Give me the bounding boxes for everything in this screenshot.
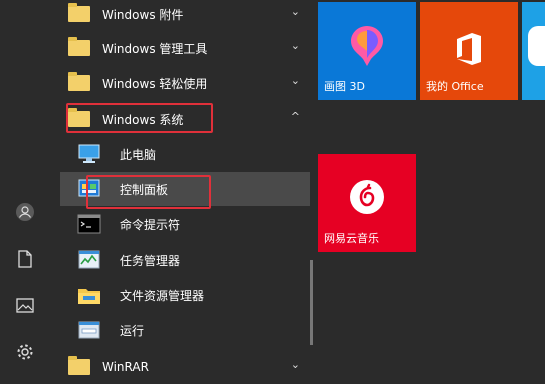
document-icon[interactable] [14, 248, 36, 270]
app-run[interactable]: 运行 [60, 313, 310, 347]
tile-my-office[interactable]: 我的 Office [420, 2, 518, 100]
terminal-icon [74, 209, 104, 239]
run-icon [74, 315, 104, 345]
tile-netease-music[interactable]: 网易云音乐 [318, 154, 416, 252]
app-icon [528, 26, 545, 66]
pictures-icon[interactable] [14, 294, 36, 316]
app-label: 文件资源管理器 [120, 288, 205, 303]
settings-gear-icon[interactable] [14, 341, 36, 363]
tile-label: 我的 Office [426, 80, 484, 93]
app-this-pc[interactable]: 此电脑 [60, 137, 310, 171]
app-group-label: Windows 轻松使用 [102, 76, 208, 91]
app-group-label: WinRAR [102, 360, 149, 374]
list-scrollbar[interactable] [310, 260, 313, 345]
chevron-up-icon: ^ [290, 110, 300, 123]
highlight-box-control-panel [86, 175, 211, 209]
start-rail [0, 0, 50, 376]
app-task-manager[interactable]: 任务管理器 [60, 243, 310, 277]
chevron-down-icon: ⌄ [290, 39, 300, 52]
app-command-prompt[interactable]: 命令提示符 [60, 207, 310, 241]
app-file-explorer[interactable]: 文件资源管理器 [60, 278, 310, 312]
tile-partial[interactable] [522, 2, 545, 100]
tile-paint-3d[interactable]: 画图 3D [318, 2, 416, 100]
folder-icon [64, 0, 94, 29]
tile-label: 网易云音乐 [324, 232, 379, 245]
app-group-label: Windows 附件 [102, 7, 184, 22]
app-group-windows-accessories[interactable]: Windows 附件 ⌄ [60, 0, 310, 31]
app-label: 运行 [120, 323, 145, 338]
chevron-down-icon: ⌄ [290, 5, 300, 18]
folder-icon [64, 68, 94, 98]
user-icon[interactable] [14, 201, 36, 223]
office-icon [454, 32, 484, 70]
app-label: 此电脑 [120, 147, 157, 162]
app-group-windows-ease-of-access[interactable]: Windows 轻松使用 ⌄ [60, 66, 310, 100]
tile-label: 画图 3D [324, 80, 365, 93]
netease-music-icon [348, 178, 386, 220]
file-explorer-icon [74, 280, 104, 310]
folder-icon [64, 352, 94, 382]
chevron-down-icon: ⌄ [290, 74, 300, 87]
highlight-box-windows-system [66, 103, 213, 133]
app-group-label: Windows 管理工具 [102, 41, 208, 56]
app-label: 任务管理器 [120, 253, 181, 268]
app-group-windows-admin-tools[interactable]: Windows 管理工具 ⌄ [60, 31, 310, 65]
app-label: 命令提示符 [120, 217, 181, 232]
paint-3d-icon [348, 24, 386, 72]
chevron-down-icon: ⌄ [290, 358, 300, 371]
app-group-winrar[interactable]: WinRAR ⌄ [60, 350, 310, 384]
task-manager-icon [74, 245, 104, 275]
computer-icon [74, 139, 104, 169]
folder-icon [64, 33, 94, 63]
